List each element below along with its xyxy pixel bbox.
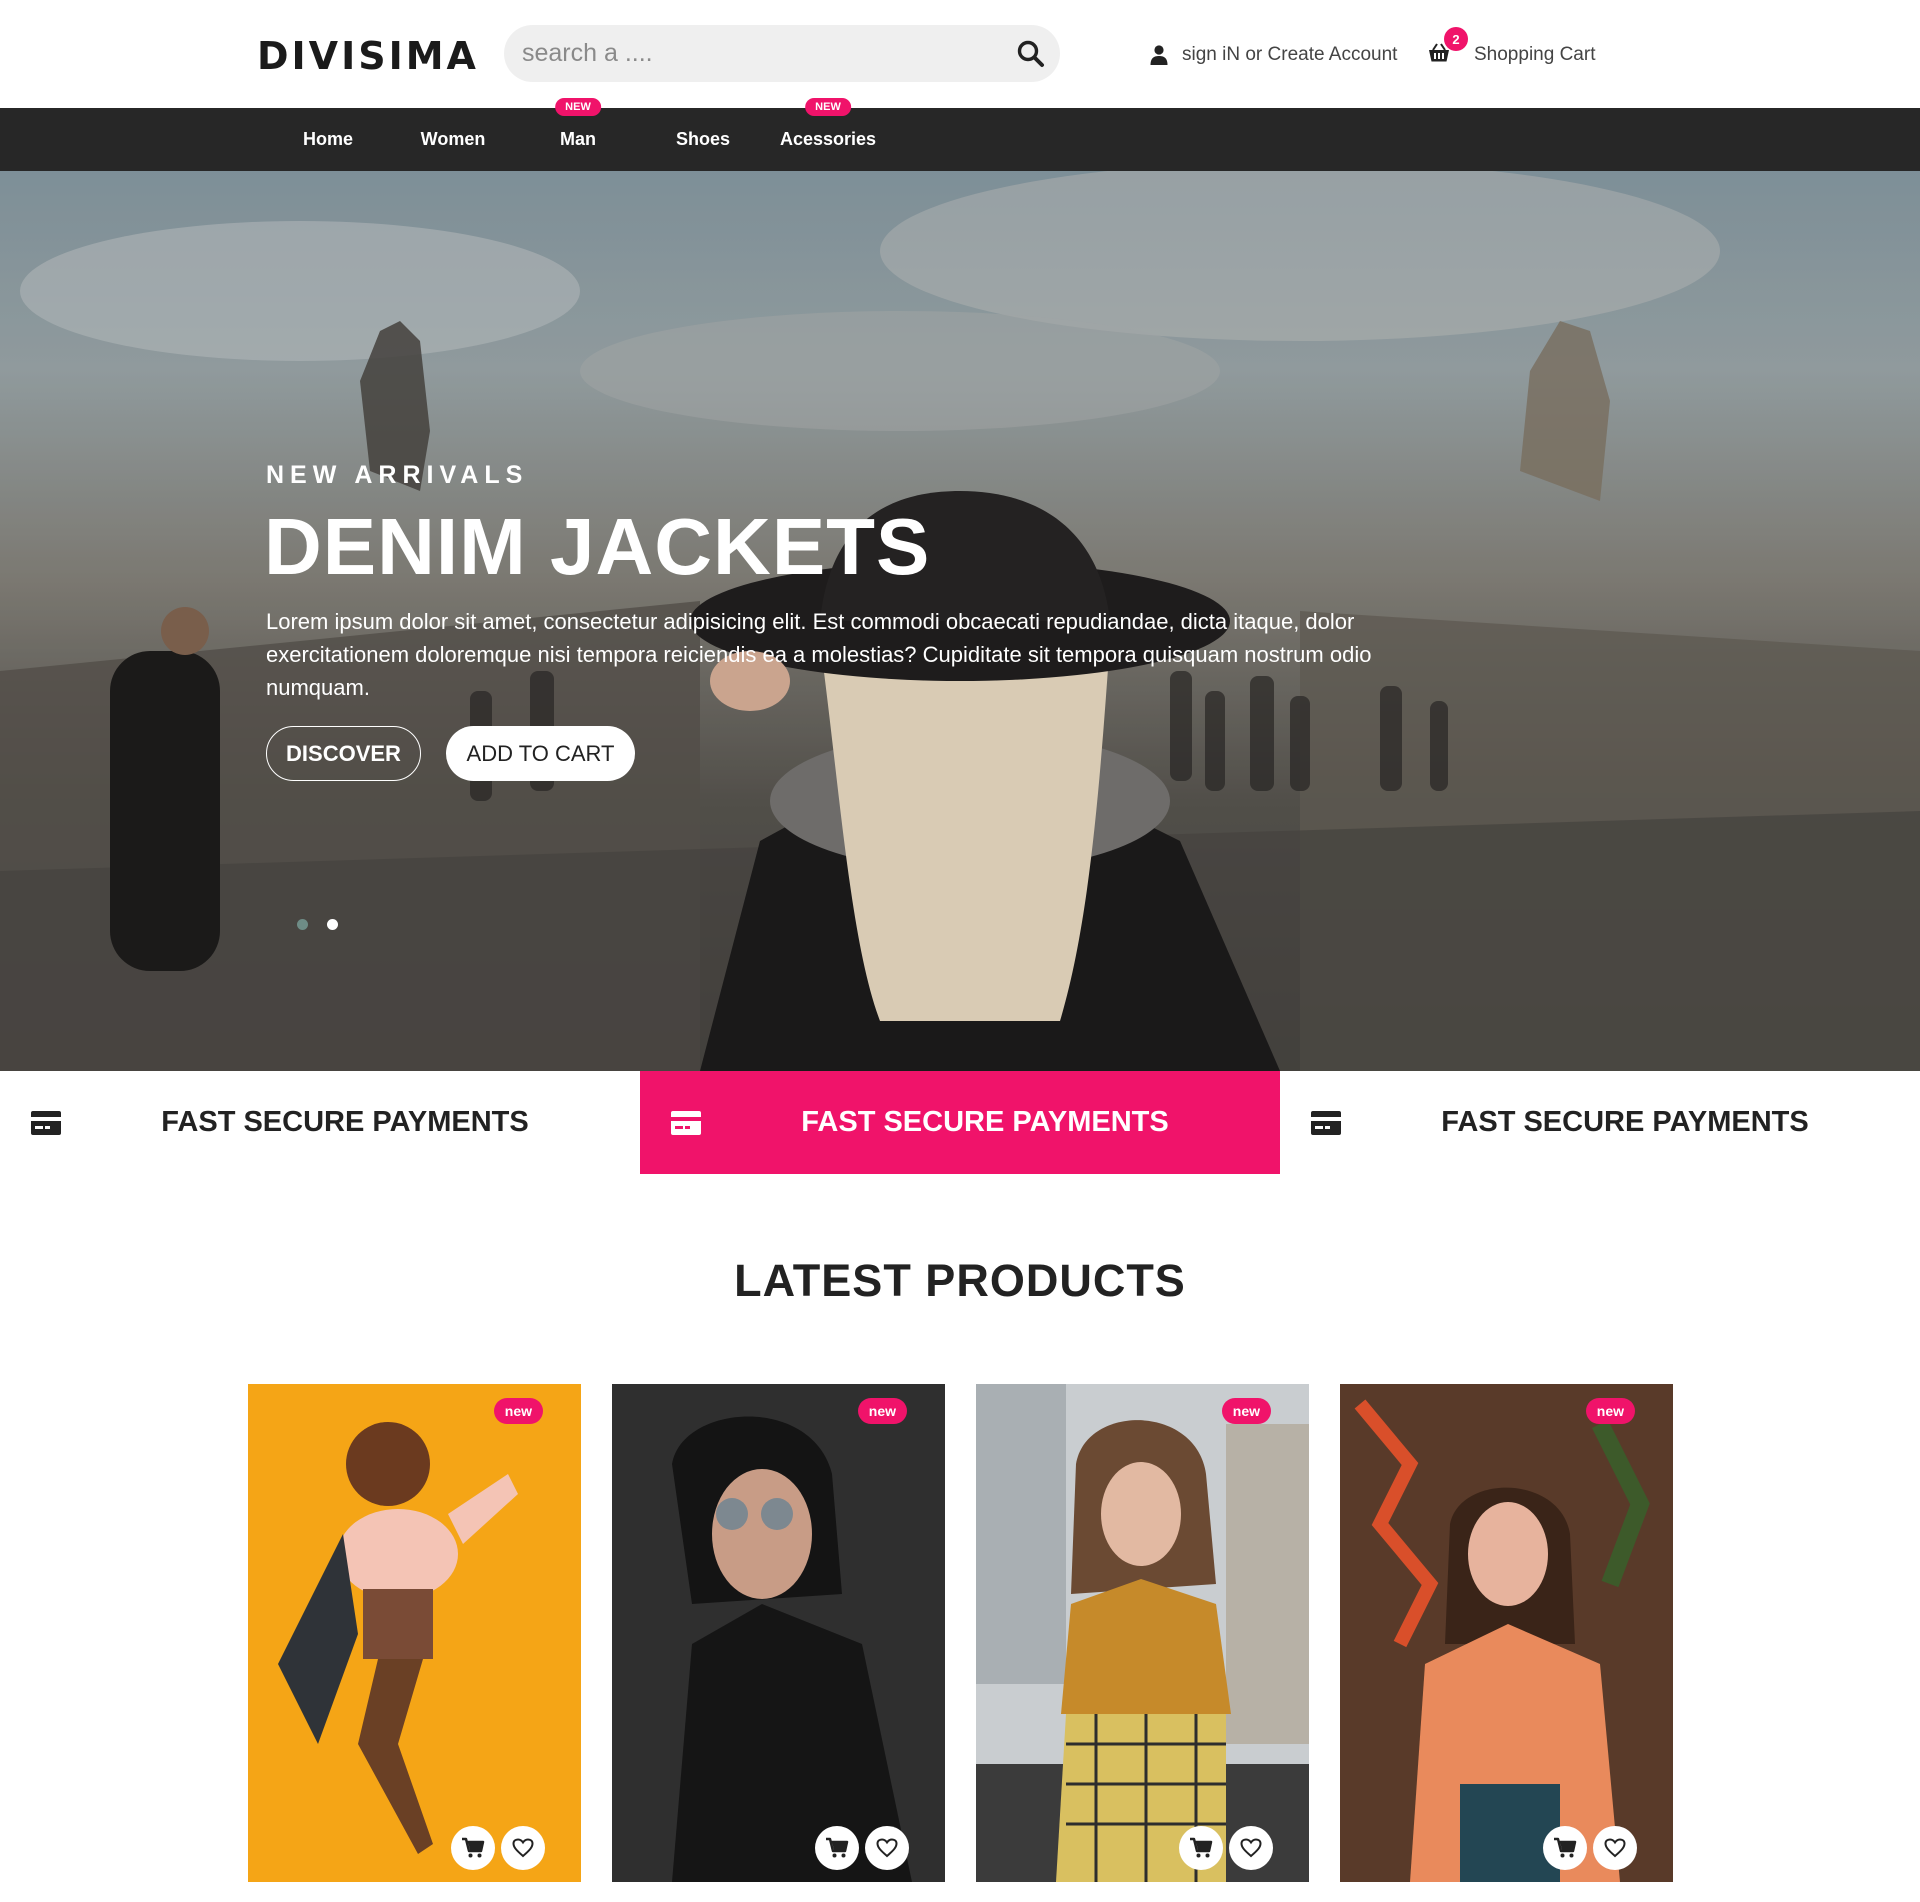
feature-item-highlighted: FAST SECURE PAYMENTS	[640, 1071, 1280, 1174]
features-strip: FAST SECURE PAYMENTS FAST SECURE PAYMENT…	[0, 1071, 1920, 1174]
cart-label: Shopping Cart	[1474, 44, 1596, 65]
new-badge: new	[1585, 1398, 1635, 1424]
cart-icon	[1190, 1837, 1213, 1858]
cart-count-badge: 2	[1444, 27, 1468, 51]
search-icon[interactable]	[1016, 39, 1046, 69]
hero-description: Lorem ipsum dolor sit amet, consectetur …	[266, 609, 1372, 700]
feature-label: FAST SECURE PAYMENTS	[161, 1106, 529, 1138]
product-card[interactable]: new	[976, 1384, 1309, 1882]
add-to-cart-label: ADD TO CART	[466, 740, 615, 766]
slider-dot-1[interactable]	[297, 919, 308, 930]
nav-item-accessories[interactable]: NEW Acessories	[766, 98, 890, 171]
site-logo[interactable]: DIVISIMA	[257, 34, 479, 78]
search-bar	[504, 25, 1060, 82]
product-image	[672, 1416, 912, 1882]
slider-dot-2-active[interactable]	[327, 919, 338, 930]
discover-button-label: DISCOVER	[286, 740, 401, 766]
hero-add-to-cart-button[interactable]: ADD TO CART	[446, 726, 635, 781]
add-to-cart-button[interactable]	[815, 1826, 859, 1870]
site-header: DIVISIMA sign iN or Create Account 2 Sho…	[0, 0, 1920, 108]
main-nav: Home Women NEW Man Shoes NEW Acessories	[0, 98, 1920, 171]
shopping-cart-link[interactable]: 2 Shopping Cart	[1428, 27, 1596, 70]
add-to-cart-button[interactable]	[1543, 1826, 1587, 1870]
product-image	[1340, 1384, 1673, 1882]
nav-item-women[interactable]: Women	[391, 108, 515, 171]
add-to-cart-button[interactable]	[1179, 1826, 1223, 1870]
new-badge: new	[857, 1398, 907, 1424]
feature-label: FAST SECURE PAYMENTS	[801, 1106, 1169, 1138]
wishlist-button[interactable]	[1229, 1826, 1273, 1870]
product-actions	[451, 1826, 545, 1870]
cart-icon	[1554, 1837, 1577, 1858]
heart-icon	[876, 1838, 898, 1858]
cart-icon	[826, 1837, 849, 1858]
product-actions	[1179, 1826, 1273, 1870]
nav-item-shoes[interactable]: Shoes	[641, 108, 765, 171]
new-badge: new	[1221, 1398, 1271, 1424]
product-card[interactable]: new	[1340, 1384, 1673, 1882]
heart-icon	[1604, 1838, 1626, 1858]
feature-label: FAST SECURE PAYMENTS	[1441, 1106, 1809, 1138]
product-card[interactable]: new	[248, 1384, 581, 1882]
new-badge: NEW	[805, 98, 851, 116]
wishlist-button[interactable]	[1593, 1826, 1637, 1870]
logo-text: DIVISIMA	[257, 34, 479, 78]
new-badge: NEW	[555, 98, 601, 116]
product-image	[976, 1384, 1309, 1882]
feature-item: FAST SECURE PAYMENTS	[1280, 1071, 1920, 1174]
add-to-cart-button[interactable]	[451, 1826, 495, 1870]
heart-icon	[512, 1838, 534, 1858]
wishlist-button[interactable]	[865, 1826, 909, 1870]
product-card[interactable]: new	[612, 1384, 945, 1882]
nav-item-label: Acessories	[779, 129, 877, 149]
search-input[interactable]	[522, 25, 992, 82]
product-actions	[815, 1826, 909, 1870]
hero-slider: NEW ARRIVALS DENIM JACKETS Lorem ipsum d…	[0, 171, 1920, 1071]
discover-button[interactable]: DISCOVER	[266, 726, 421, 781]
nav-item-home[interactable]: Home	[266, 108, 390, 171]
nav-item-label: Shoes	[675, 129, 731, 149]
user-icon	[1150, 45, 1168, 65]
cart-icon-wrap: 2	[1428, 27, 1468, 67]
wishlist-button[interactable]	[501, 1826, 545, 1870]
cart-icon	[462, 1837, 485, 1858]
feature-item: FAST SECURE PAYMENTS	[0, 1071, 640, 1174]
new-badge: new	[493, 1398, 543, 1424]
nav-item-label: Man	[560, 129, 596, 149]
product-actions	[1543, 1826, 1637, 1870]
latest-products-title: LATEST PRODUCTS	[734, 1255, 1186, 1306]
heart-icon	[1240, 1838, 1262, 1858]
hero-title: DENIM JACKETS	[264, 502, 931, 591]
account-label: sign iN or Create Account	[1182, 44, 1398, 65]
hero-kicker: NEW ARRIVALS	[266, 461, 529, 489]
nav-item-man[interactable]: NEW Man	[516, 98, 640, 171]
nav-item-label: Home	[302, 129, 353, 149]
account-link[interactable]: sign iN or Create Account	[1150, 40, 1397, 70]
nav-item-label: Women	[420, 129, 486, 149]
product-image	[278, 1422, 518, 1854]
